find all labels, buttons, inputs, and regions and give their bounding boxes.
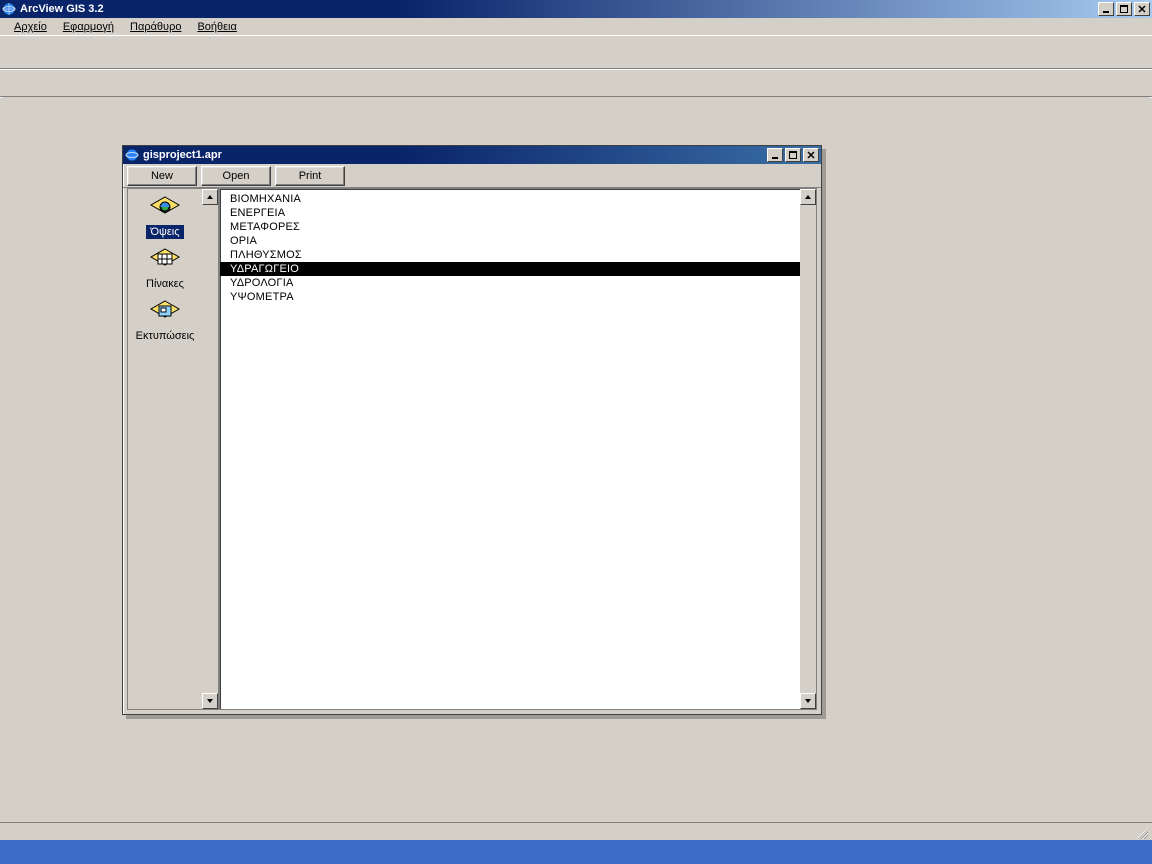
menu-file[interactable]: Αρχείο [6,20,55,34]
sidebar-scrollbar[interactable] [202,189,218,709]
toolbar-row-2 [0,68,1152,96]
project-maximize-button[interactable] [785,148,801,162]
menubar: Αρχείο Εφαρμογή Παράθυρο Βοήθεια [0,18,1152,36]
maximize-button[interactable] [1116,2,1132,16]
project-toolbar: New Open Print [123,164,821,188]
list-item[interactable]: ΥΨΟΜΕΤΡΑ [220,290,800,304]
document-icon [125,148,139,162]
list-item[interactable]: ΕΝΕΡΓΕΙΑ [220,206,800,220]
sidebar-item-label: Εκτυπώσεις [132,329,199,343]
scroll-up-button[interactable] [800,189,816,205]
close-button[interactable] [1134,2,1150,16]
project-sidebar: Όψεις Πίνακες Εκτυπώσεις [128,189,218,709]
resize-grip-icon[interactable] [1134,825,1148,839]
project-window-controls [767,148,819,162]
menu-window[interactable]: Παράθυρο [122,20,189,34]
list-item[interactable]: ΒΙΟΜΗΧΑΝΙΑ [220,192,800,206]
project-content: Όψεις Πίνακες Εκτυπώσεις [127,188,817,710]
scroll-down-button[interactable] [800,693,816,709]
scroll-track[interactable] [202,205,218,693]
project-title: gisproject1.apr [143,149,767,161]
minimize-button[interactable] [1098,2,1114,16]
scroll-track[interactable] [800,205,816,693]
sidebar-item-layouts[interactable]: Εκτυπώσεις [128,297,202,349]
tables-icon [149,247,181,275]
project-minimize-button[interactable] [767,148,783,162]
app-title: ArcView GIS 3.2 [20,3,1098,15]
project-close-button[interactable] [803,148,819,162]
app-titlebar: ArcView GIS 3.2 [0,0,1152,18]
workspace: gisproject1.apr New Open Print Όψε [2,97,1150,822]
os-taskbar [0,840,1152,864]
list-item[interactable]: ΥΔΡΟΛΟΓΙΑ [220,276,800,290]
list-scrollbar[interactable] [800,189,816,709]
open-button[interactable]: Open [201,166,271,186]
list-item[interactable]: ΥΔΡΑΓΩΓΕΙΟ [220,262,800,276]
views-icon [149,195,181,223]
statusbar [0,822,1152,840]
app-icon [2,2,16,16]
print-button[interactable]: Print [275,166,345,186]
new-button[interactable]: New [127,166,197,186]
toolbar-area [0,36,1152,97]
menu-help[interactable]: Βοήθεια [189,20,244,34]
sidebar-item-views[interactable]: Όψεις [128,193,202,245]
list-item[interactable]: ΟΡΙΑ [220,234,800,248]
scroll-up-button[interactable] [202,189,218,205]
views-list: ΒΙΟΜΗΧΑΝΙΑ ΕΝΕΡΓΕΙΑ ΜΕΤΑΦΟΡΕΣ ΟΡΙΑ ΠΛΗΘΥ… [218,189,816,709]
scroll-down-button[interactable] [202,693,218,709]
toolbar-row-1 [0,36,1152,68]
menu-application[interactable]: Εφαρμογή [55,20,122,34]
sidebar-item-tables[interactable]: Πίνακες [128,245,202,297]
sidebar-item-label: Πίνακες [142,277,188,291]
app-window-controls [1098,2,1150,16]
layouts-icon [149,299,181,327]
project-titlebar[interactable]: gisproject1.apr [123,146,821,164]
project-window: gisproject1.apr New Open Print Όψε [122,145,822,715]
list-item[interactable]: ΜΕΤΑΦΟΡΕΣ [220,220,800,234]
list-item[interactable]: ΠΛΗΘΥΣΜΟΣ [220,248,800,262]
sidebar-item-label: Όψεις [146,225,183,239]
